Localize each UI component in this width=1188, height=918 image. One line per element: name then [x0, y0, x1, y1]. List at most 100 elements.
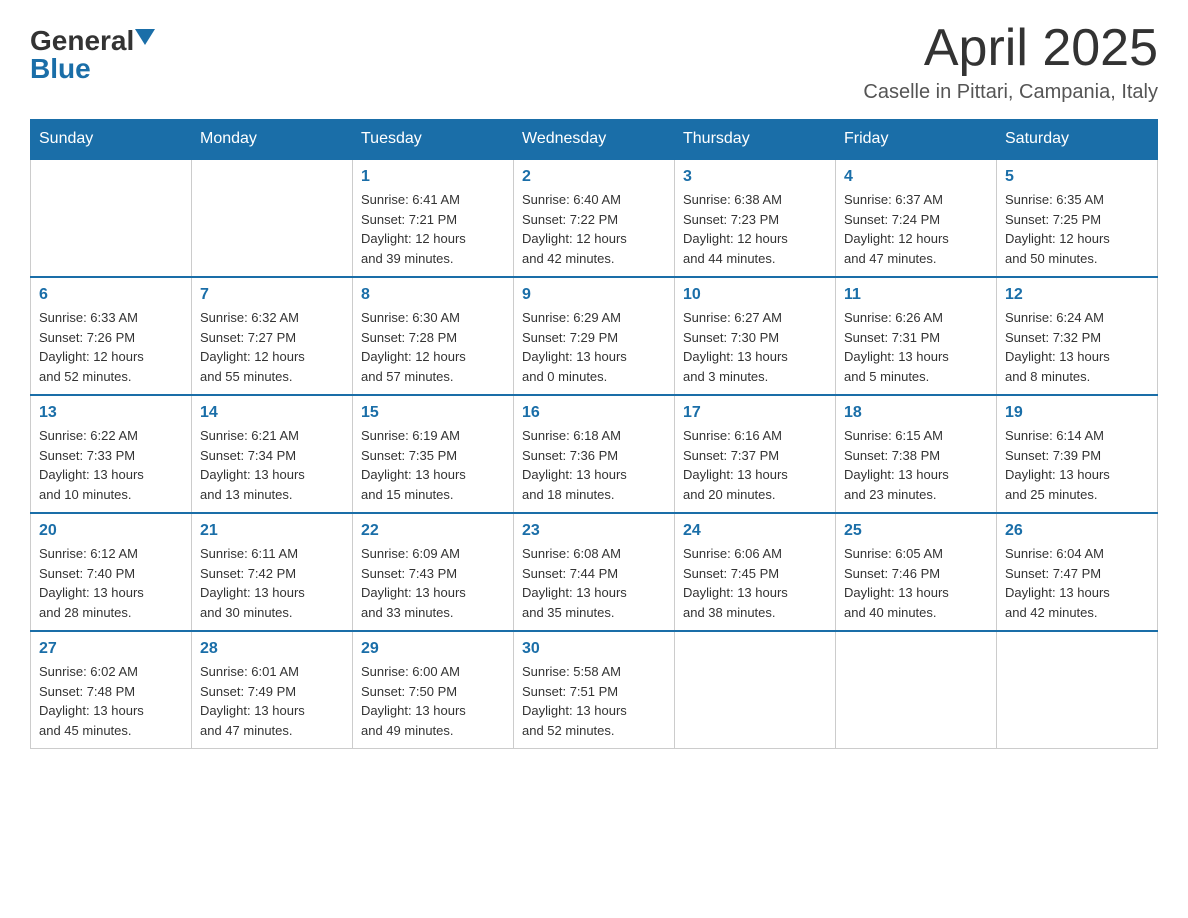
- weekday-header-wednesday: Wednesday: [514, 120, 675, 160]
- logo-blue: Blue: [30, 53, 91, 85]
- day-info: Sunrise: 6:32 AMSunset: 7:27 PMDaylight:…: [200, 308, 344, 386]
- calendar-cell: [997, 631, 1158, 749]
- day-number: 7: [200, 286, 344, 304]
- logo: General Blue: [30, 20, 155, 85]
- calendar-cell: 18Sunrise: 6:15 AMSunset: 7:38 PMDayligh…: [836, 395, 997, 513]
- day-info: Sunrise: 6:41 AMSunset: 7:21 PMDaylight:…: [361, 190, 505, 268]
- day-number: 14: [200, 404, 344, 422]
- calendar-cell: 4Sunrise: 6:37 AMSunset: 7:24 PMDaylight…: [836, 159, 997, 277]
- calendar-week-1: 1 Sunrise: 6:41 AMSunset: 7:21 PMDaylight…: [31, 159, 1158, 277]
- day-number: 24: [683, 522, 827, 540]
- calendar-cell: 20Sunrise: 6:12 AMSunset: 7:40 PMDayligh…: [31, 513, 192, 631]
- weekday-header-row: SundayMondayTuesdayWednesdayThursdayFrid…: [31, 120, 1158, 160]
- calendar-cell: 1 Sunrise: 6:41 AMSunset: 7:21 PMDaylight…: [353, 159, 514, 277]
- month-title: April 2025: [863, 20, 1158, 77]
- day-info: Sunrise: 6:06 AMSunset: 7:45 PMDaylight:…: [683, 544, 827, 622]
- calendar-cell: 25 Sunrise: 6:05 AMSunset: 7:46 PMDayligh…: [836, 513, 997, 631]
- weekday-header-tuesday: Tuesday: [353, 120, 514, 160]
- day-info: Sunrise: 6:08 AMSunset: 7:44 PMDaylight:…: [522, 544, 666, 622]
- weekday-header-friday: Friday: [836, 120, 997, 160]
- day-number: 5: [1005, 168, 1149, 186]
- calendar-cell: 23 Sunrise: 6:08 AMSunset: 7:44 PMDayligh…: [514, 513, 675, 631]
- calendar-cell: 9Sunrise: 6:29 AMSunset: 7:29 PMDaylight…: [514, 277, 675, 395]
- logo-arrow-icon: [135, 29, 155, 45]
- day-info: Sunrise: 6:09 AMSunset: 7:43 PMDaylight:…: [361, 544, 505, 622]
- day-number: 20: [39, 522, 183, 540]
- day-number: 25: [844, 522, 988, 540]
- calendar-cell: 22 Sunrise: 6:09 AMSunset: 7:43 PMDayligh…: [353, 513, 514, 631]
- day-info: Sunrise: 6:18 AMSunset: 7:36 PMDaylight:…: [522, 426, 666, 504]
- calendar-cell: 10Sunrise: 6:27 AMSunset: 7:30 PMDayligh…: [675, 277, 836, 395]
- day-info: Sunrise: 6:29 AMSunset: 7:29 PMDaylight:…: [522, 308, 666, 386]
- day-number: 26: [1005, 522, 1149, 540]
- calendar-cell: 19 Sunrise: 6:14 AMSunset: 7:39 PMDayligh…: [997, 395, 1158, 513]
- calendar-week-2: 6 Sunrise: 6:33 AMSunset: 7:26 PMDaylight…: [31, 277, 1158, 395]
- day-number: 16: [522, 404, 666, 422]
- day-info: Sunrise: 5:58 AMSunset: 7:51 PMDaylight:…: [522, 662, 666, 740]
- day-number: 2: [522, 168, 666, 186]
- day-info: Sunrise: 6:37 AMSunset: 7:24 PMDaylight:…: [844, 190, 988, 268]
- day-number: 3: [683, 168, 827, 186]
- day-info: Sunrise: 6:24 AMSunset: 7:32 PMDaylight:…: [1005, 308, 1149, 386]
- calendar-cell: 24 Sunrise: 6:06 AMSunset: 7:45 PMDayligh…: [675, 513, 836, 631]
- day-number: 28: [200, 640, 344, 658]
- calendar-cell: 5 Sunrise: 6:35 AMSunset: 7:25 PMDaylight…: [997, 159, 1158, 277]
- day-info: Sunrise: 6:01 AMSunset: 7:49 PMDaylight:…: [200, 662, 344, 740]
- day-number: 11: [844, 286, 988, 304]
- weekday-header-sunday: Sunday: [31, 120, 192, 160]
- calendar-cell: 11Sunrise: 6:26 AMSunset: 7:31 PMDayligh…: [836, 277, 997, 395]
- calendar-cell: 14Sunrise: 6:21 AMSunset: 7:34 PMDayligh…: [192, 395, 353, 513]
- location-subtitle: Caselle in Pittari, Campania, Italy: [863, 81, 1158, 104]
- calendar-cell: 3 Sunrise: 6:38 AMSunset: 7:23 PMDaylight…: [675, 159, 836, 277]
- calendar-cell: 26Sunrise: 6:04 AMSunset: 7:47 PMDayligh…: [997, 513, 1158, 631]
- calendar-cell: 15 Sunrise: 6:19 AMSunset: 7:35 PMDayligh…: [353, 395, 514, 513]
- day-number: 22: [361, 522, 505, 540]
- day-number: 29: [361, 640, 505, 658]
- calendar-cell: [675, 631, 836, 749]
- day-info: Sunrise: 6:00 AMSunset: 7:50 PMDaylight:…: [361, 662, 505, 740]
- calendar-body: 1 Sunrise: 6:41 AMSunset: 7:21 PMDaylight…: [31, 159, 1158, 749]
- calendar-cell: 8Sunrise: 6:30 AMSunset: 7:28 PMDaylight…: [353, 277, 514, 395]
- calendar-cell: [836, 631, 997, 749]
- weekday-header-saturday: Saturday: [997, 120, 1158, 160]
- title-section: April 2025 Caselle in Pittari, Campania,…: [863, 20, 1158, 104]
- day-info: Sunrise: 6:22 AMSunset: 7:33 PMDaylight:…: [39, 426, 183, 504]
- day-number: 15: [361, 404, 505, 422]
- day-number: 10: [683, 286, 827, 304]
- calendar-cell: 30Sunrise: 5:58 AMSunset: 7:51 PMDayligh…: [514, 631, 675, 749]
- day-number: 19: [1005, 404, 1149, 422]
- page-header: General Blue April 2025 Caselle in Pitta…: [30, 20, 1158, 104]
- day-info: Sunrise: 6:19 AMSunset: 7:35 PMDaylight:…: [361, 426, 505, 504]
- day-info: Sunrise: 6:38 AMSunset: 7:23 PMDaylight:…: [683, 190, 827, 268]
- day-info: Sunrise: 6:16 AMSunset: 7:37 PMDaylight:…: [683, 426, 827, 504]
- day-number: 6: [39, 286, 183, 304]
- day-number: 1: [361, 168, 505, 186]
- calendar-table: SundayMondayTuesdayWednesdayThursdayFrid…: [30, 119, 1158, 749]
- day-number: 21: [200, 522, 344, 540]
- calendar-cell: 28 Sunrise: 6:01 AMSunset: 7:49 PMDayligh…: [192, 631, 353, 749]
- day-number: 23: [522, 522, 666, 540]
- day-info: Sunrise: 6:33 AMSunset: 7:26 PMDaylight:…: [39, 308, 183, 386]
- day-info: Sunrise: 6:15 AMSunset: 7:38 PMDaylight:…: [844, 426, 988, 504]
- day-info: Sunrise: 6:05 AMSunset: 7:46 PMDaylight:…: [844, 544, 988, 622]
- calendar-cell: [192, 159, 353, 277]
- weekday-header-thursday: Thursday: [675, 120, 836, 160]
- calendar-cell: 13Sunrise: 6:22 AMSunset: 7:33 PMDayligh…: [31, 395, 192, 513]
- day-info: Sunrise: 6:02 AMSunset: 7:48 PMDaylight:…: [39, 662, 183, 740]
- weekday-header-monday: Monday: [192, 120, 353, 160]
- calendar-cell: 27 Sunrise: 6:02 AMSunset: 7:48 PMDayligh…: [31, 631, 192, 749]
- day-info: Sunrise: 6:14 AMSunset: 7:39 PMDaylight:…: [1005, 426, 1149, 504]
- calendar-cell: 21Sunrise: 6:11 AMSunset: 7:42 PMDayligh…: [192, 513, 353, 631]
- calendar-week-5: 27 Sunrise: 6:02 AMSunset: 7:48 PMDayligh…: [31, 631, 1158, 749]
- calendar-cell: 17Sunrise: 6:16 AMSunset: 7:37 PMDayligh…: [675, 395, 836, 513]
- calendar-header: SundayMondayTuesdayWednesdayThursdayFrid…: [31, 120, 1158, 160]
- calendar-cell: 29 Sunrise: 6:00 AMSunset: 7:50 PMDayligh…: [353, 631, 514, 749]
- day-number: 12: [1005, 286, 1149, 304]
- calendar-cell: 12 Sunrise: 6:24 AMSunset: 7:32 PMDayligh…: [997, 277, 1158, 395]
- calendar-cell: 16 Sunrise: 6:18 AMSunset: 7:36 PMDayligh…: [514, 395, 675, 513]
- day-info: Sunrise: 6:35 AMSunset: 7:25 PMDaylight:…: [1005, 190, 1149, 268]
- day-info: Sunrise: 6:40 AMSunset: 7:22 PMDaylight:…: [522, 190, 666, 268]
- day-info: Sunrise: 6:30 AMSunset: 7:28 PMDaylight:…: [361, 308, 505, 386]
- calendar-cell: 7 Sunrise: 6:32 AMSunset: 7:27 PMDaylight…: [192, 277, 353, 395]
- day-number: 27: [39, 640, 183, 658]
